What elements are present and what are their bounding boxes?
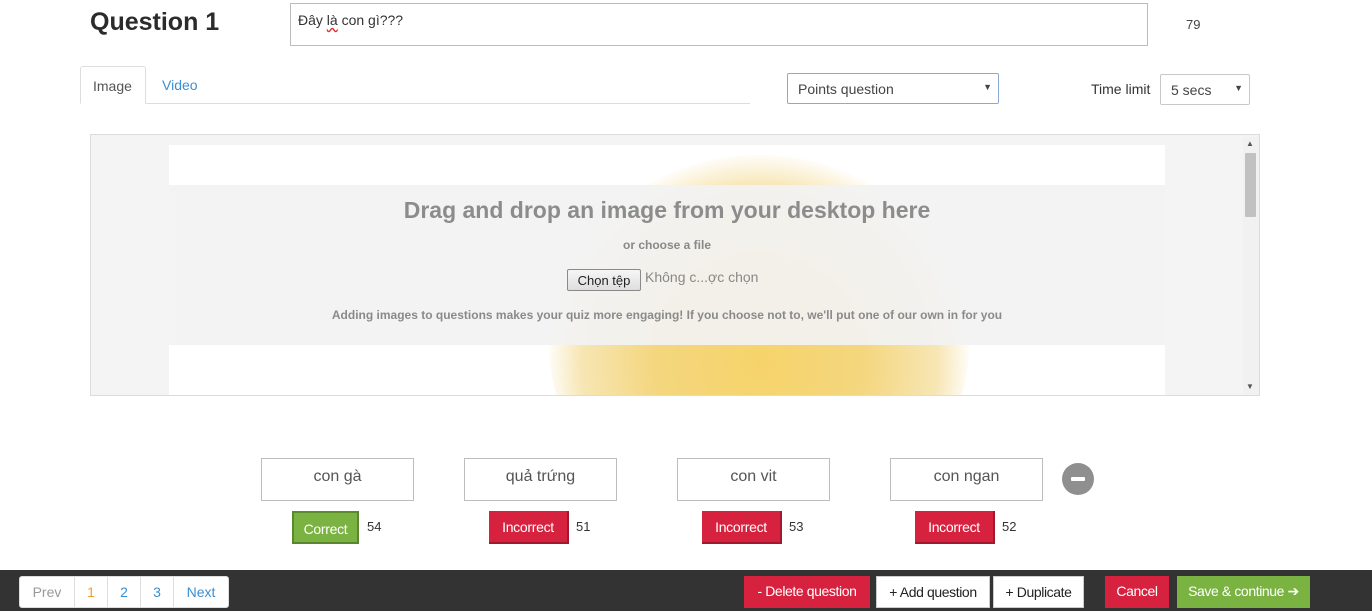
- question-title: Question 1: [90, 8, 220, 36]
- answer-4-count: 52: [1002, 519, 1017, 534]
- answer-2-count: 51: [576, 519, 591, 534]
- save-continue-button[interactable]: Save & continue ➔: [1177, 576, 1310, 608]
- scroll-thumb[interactable]: [1245, 153, 1256, 217]
- drop-title: Drag and drop an image from your desktop…: [403, 197, 931, 223]
- media-scrollbar[interactable]: ▲ ▼: [1243, 137, 1259, 395]
- time-limit-value: 5 secs: [1171, 82, 1212, 98]
- image-drop-zone[interactable]: Drag and drop an image from your desktop…: [169, 145, 1165, 395]
- tab-image[interactable]: Image: [80, 66, 146, 104]
- scroll-down-icon[interactable]: ▼: [1246, 382, 1254, 391]
- scroll-up-icon[interactable]: ▲: [1246, 139, 1254, 148]
- question-text-end: con gì???: [337, 12, 404, 28]
- dropdown-arrow-icon: ▼: [983, 82, 992, 92]
- time-limit-select[interactable]: 5 secs ▼: [1160, 74, 1250, 105]
- question-text-spellcheck-word: là: [326, 12, 338, 28]
- pagination-prev[interactable]: Prev: [20, 577, 75, 607]
- choose-file-text: or choose a file: [622, 238, 712, 252]
- pagination-page-2[interactable]: 2: [108, 577, 141, 607]
- character-count: 79: [1186, 17, 1201, 32]
- question-type-select[interactable]: Points question ▼: [787, 73, 999, 104]
- dropdown-arrow-icon: ▼: [1234, 83, 1243, 93]
- duplicate-button[interactable]: + Duplicate: [993, 576, 1084, 608]
- answer-input-3[interactable]: con vit: [677, 458, 830, 501]
- answer-input-4[interactable]: con ngan: [890, 458, 1043, 501]
- answer-input-1[interactable]: con gà: [261, 458, 414, 501]
- pagination-page-1[interactable]: 1: [75, 577, 108, 607]
- media-panel: Drag and drop an image from your desktop…: [90, 134, 1260, 396]
- answer-3-status-button[interactable]: Incorrect: [702, 511, 782, 544]
- remove-answer-icon[interactable]: [1062, 463, 1094, 495]
- answer-3-count: 53: [789, 519, 804, 534]
- answer-2-status-button[interactable]: Incorrect: [489, 511, 569, 544]
- tab-video[interactable]: Video: [150, 66, 210, 104]
- choose-file-button[interactable]: Chọn tệp: [567, 269, 641, 291]
- answer-1-status-button[interactable]: Correct: [292, 511, 359, 544]
- question-text-input[interactable]: Đây là con gì???: [290, 3, 1148, 46]
- cancel-button[interactable]: Cancel: [1105, 576, 1169, 608]
- pagination: Prev 1 2 3 Next: [19, 576, 229, 608]
- question-text-start: Đây: [298, 12, 327, 28]
- file-status: Không c...ợc chọn: [645, 269, 759, 285]
- delete-question-button[interactable]: - Delete question: [744, 576, 870, 608]
- add-question-button[interactable]: + Add question: [876, 576, 990, 608]
- time-limit-label: Time limit: [1091, 81, 1151, 97]
- answer-1-count: 54: [367, 519, 382, 534]
- answer-4-status-button[interactable]: Incorrect: [915, 511, 995, 544]
- pagination-page-3[interactable]: 3: [141, 577, 174, 607]
- image-hint-text: Adding images to questions makes your qu…: [331, 308, 1003, 322]
- pagination-next[interactable]: Next: [174, 577, 228, 607]
- answer-input-2[interactable]: quả trứng: [464, 458, 617, 501]
- question-type-value: Points question: [798, 81, 894, 97]
